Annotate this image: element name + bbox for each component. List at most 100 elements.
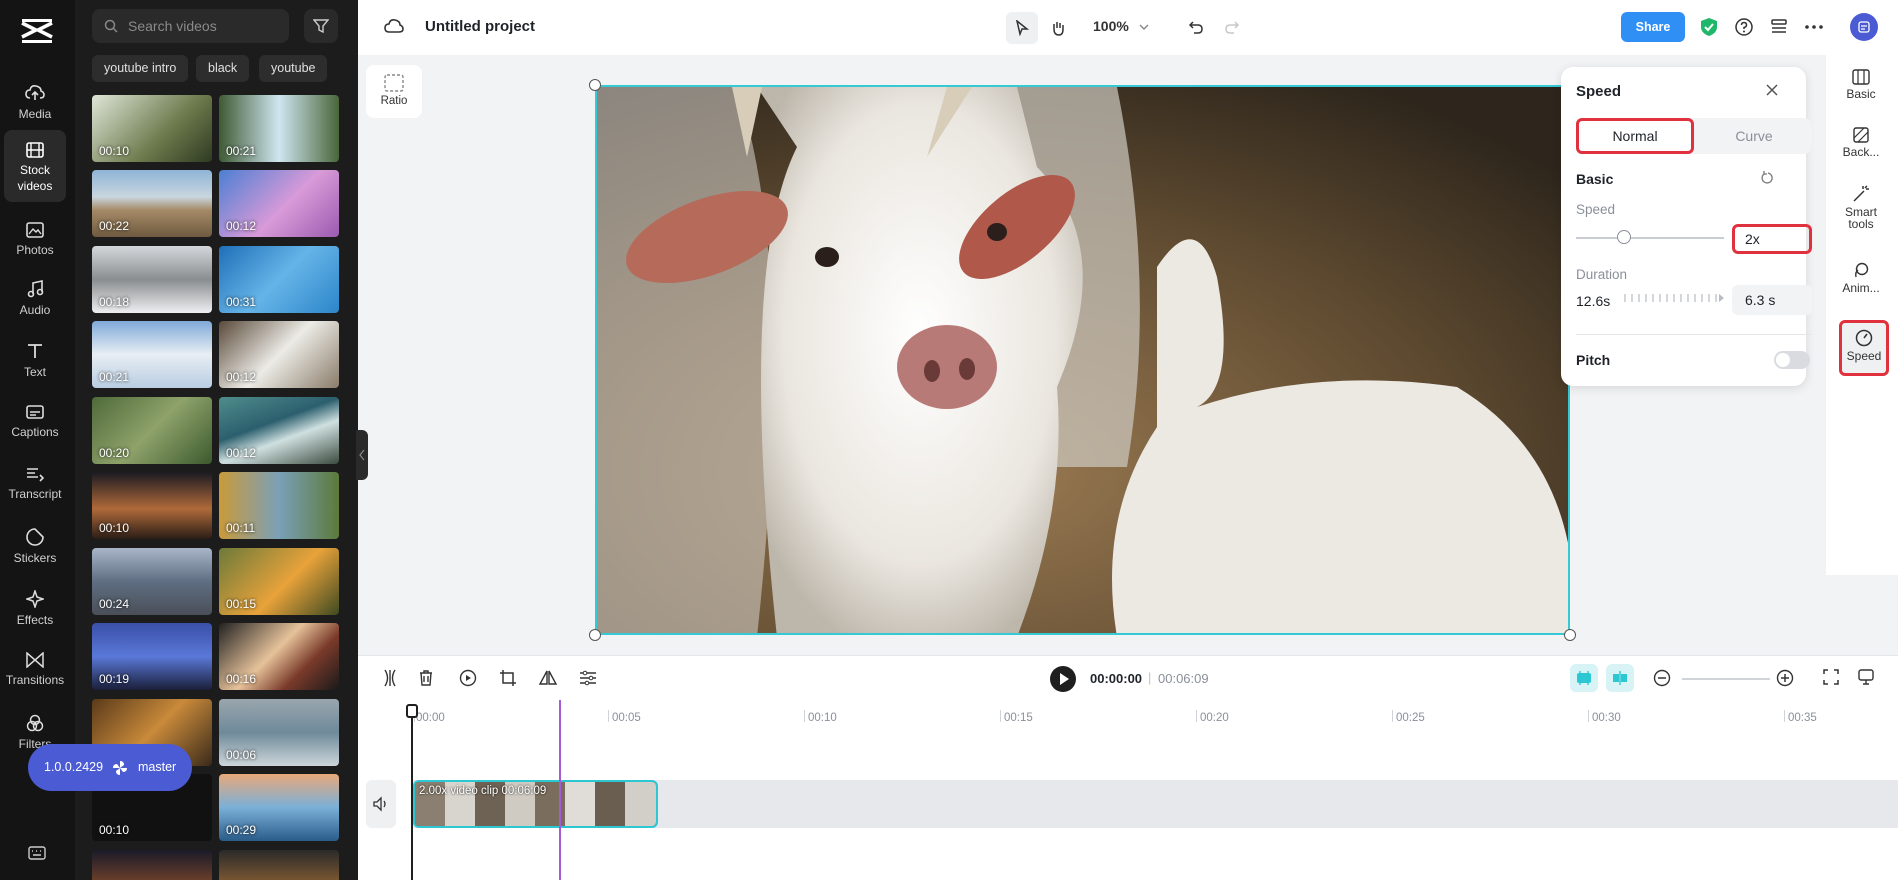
video-clip[interactable]: 2.00x video clip 00:06:09 xyxy=(413,780,658,828)
project-title[interactable]: Untitled project xyxy=(425,18,535,35)
tag-chip[interactable]: youtube intro xyxy=(92,55,189,82)
adjust-icon[interactable] xyxy=(579,669,597,687)
zoom-in-icon[interactable] xyxy=(1776,669,1794,687)
fullscreen-icon[interactable] xyxy=(1823,669,1839,685)
rail-item-audio[interactable]: Audio xyxy=(4,268,66,330)
play-button[interactable] xyxy=(1050,666,1076,692)
video-thumbnail[interactable] xyxy=(92,850,212,880)
video-thumbnail[interactable]: 00:15 xyxy=(219,548,339,615)
tab-normal[interactable]: Normal xyxy=(1576,118,1694,154)
tab-smart-tools[interactable]: Smart tools xyxy=(1832,175,1890,245)
layers-stack-icon[interactable] xyxy=(1770,18,1788,36)
filter-button[interactable] xyxy=(304,9,338,43)
split-icon[interactable] xyxy=(382,669,398,687)
resize-handle-top-left[interactable] xyxy=(589,79,601,91)
rail-item-stock-videos[interactable]: Stock videos xyxy=(4,130,66,202)
video-thumbnail[interactable]: 00:12 xyxy=(219,170,339,237)
ruler-label: 00:00 xyxy=(416,712,445,724)
video-thumbnail[interactable]: 00:21 xyxy=(92,321,212,388)
tab-curve[interactable]: Curve xyxy=(1696,118,1812,154)
crop-icon[interactable] xyxy=(499,669,517,687)
video-thumbnail[interactable]: 00:29 xyxy=(219,774,339,841)
rail-item-captions[interactable]: Captions xyxy=(4,392,66,454)
timeline[interactable]: 00:00 00:05 00:10 00:15 00:20 00:25 00:3… xyxy=(358,700,1898,880)
video-thumbnail[interactable]: 00:31 xyxy=(219,246,339,313)
speed-slider-track[interactable] xyxy=(1576,237,1724,239)
tab-speed[interactable]: Speed xyxy=(1839,320,1889,376)
rail-item-text[interactable]: Text xyxy=(4,330,66,392)
resize-handle-bottom-right[interactable] xyxy=(1564,629,1576,641)
linkage-toggle[interactable] xyxy=(1606,664,1634,692)
tag-chip[interactable]: youtube xyxy=(259,55,328,82)
zoom-out-icon[interactable] xyxy=(1653,669,1671,687)
hand-tool-button[interactable] xyxy=(1042,12,1074,44)
speed-slider-knob[interactable] xyxy=(1617,230,1631,244)
video-thumbnail[interactable]: 00:16 xyxy=(219,623,339,690)
search-input[interactable]: Search videos xyxy=(92,9,289,43)
user-avatar-icon xyxy=(1858,21,1870,33)
ruler-tick xyxy=(804,710,805,722)
video-thumbnail[interactable]: 00:12 xyxy=(219,397,339,464)
video-thumbnail[interactable]: 00:21 xyxy=(219,95,339,162)
video-thumbnail[interactable] xyxy=(219,850,339,880)
avatar[interactable] xyxy=(1850,13,1878,41)
resize-handle-bottom-left[interactable] xyxy=(589,629,601,641)
tab-background[interactable]: Back... xyxy=(1832,117,1890,175)
video-thumbnail[interactable]: 00:11 xyxy=(219,472,339,539)
duration-value-input[interactable]: 6.3 s xyxy=(1732,285,1812,315)
undo-icon[interactable] xyxy=(1188,19,1204,35)
flip-icon[interactable] xyxy=(539,669,557,687)
cloud-upload-icon xyxy=(25,85,45,100)
share-button[interactable]: Share xyxy=(1621,12,1685,42)
preview-monitor-icon[interactable] xyxy=(1858,669,1874,685)
redo-icon[interactable] xyxy=(1224,19,1240,35)
pitch-toggle[interactable] xyxy=(1774,351,1810,369)
speed-value-input[interactable]: 2x xyxy=(1732,224,1812,254)
aspect-ratio-icon xyxy=(384,74,404,92)
playhead-line[interactable] xyxy=(411,706,413,880)
playhead-handle[interactable] xyxy=(406,704,418,718)
video-thumbnail[interactable]: 00:12 xyxy=(219,321,339,388)
panel-collapse-handle[interactable] xyxy=(356,430,368,480)
more-options-icon[interactable] xyxy=(1805,25,1823,29)
video-thumbnail[interactable]: 00:24 xyxy=(92,548,212,615)
tab-basic-label: Basic xyxy=(1846,87,1876,101)
track-mute-button[interactable] xyxy=(366,780,396,828)
duration-scrubber[interactable] xyxy=(1624,292,1724,304)
rail-item-stickers[interactable]: Stickers xyxy=(4,516,66,578)
rail-item-photos[interactable]: Photos xyxy=(4,210,66,272)
rail-item-transitions[interactable]: Transitions xyxy=(4,640,66,702)
shield-check-icon[interactable] xyxy=(1700,17,1718,37)
filter-icon xyxy=(26,714,44,732)
keyboard-icon[interactable] xyxy=(28,846,46,860)
video-thumbnail[interactable]: 00:22 xyxy=(92,170,212,237)
tab-basic[interactable]: Basic xyxy=(1832,59,1890,117)
capcut-logo[interactable] xyxy=(20,17,54,45)
video-thumbnail[interactable]: 00:06 xyxy=(219,699,339,766)
reset-icon[interactable] xyxy=(1761,171,1775,185)
rail-item-effects[interactable]: Effects xyxy=(4,578,66,640)
close-icon[interactable] xyxy=(1765,83,1779,97)
ruler-tick xyxy=(1784,710,1785,722)
video-thumbnail[interactable]: 00:20 xyxy=(92,397,212,464)
help-icon[interactable] xyxy=(1735,18,1753,36)
rail-label-transitions: Transitions xyxy=(5,673,65,687)
video-preview[interactable] xyxy=(595,85,1570,635)
version-badge[interactable]: 1.0.0.2429 master xyxy=(28,744,192,791)
cloud-save-icon[interactable] xyxy=(384,18,404,34)
ratio-button[interactable]: Ratio xyxy=(366,65,422,118)
magnet-snap-toggle[interactable] xyxy=(1570,664,1598,692)
rail-item-media[interactable]: Media xyxy=(4,72,66,134)
replay-icon[interactable] xyxy=(459,669,477,687)
zoom-level-dropdown[interactable]: 100% xyxy=(1093,18,1149,34)
video-thumbnail[interactable]: 00:10 xyxy=(92,95,212,162)
video-thumbnail[interactable]: 00:19 xyxy=(92,623,212,690)
tag-chip[interactable]: black xyxy=(196,55,250,82)
select-tool-button[interactable] xyxy=(1006,12,1038,44)
rail-item-transcript[interactable]: Transcript xyxy=(4,454,66,516)
tab-animation[interactable]: Anim... xyxy=(1832,251,1890,309)
timeline-zoom-slider[interactable] xyxy=(1682,678,1770,680)
video-thumbnail[interactable]: 00:18 xyxy=(92,246,212,313)
video-thumbnail[interactable]: 00:10 xyxy=(92,472,212,539)
delete-icon[interactable] xyxy=(418,669,434,687)
